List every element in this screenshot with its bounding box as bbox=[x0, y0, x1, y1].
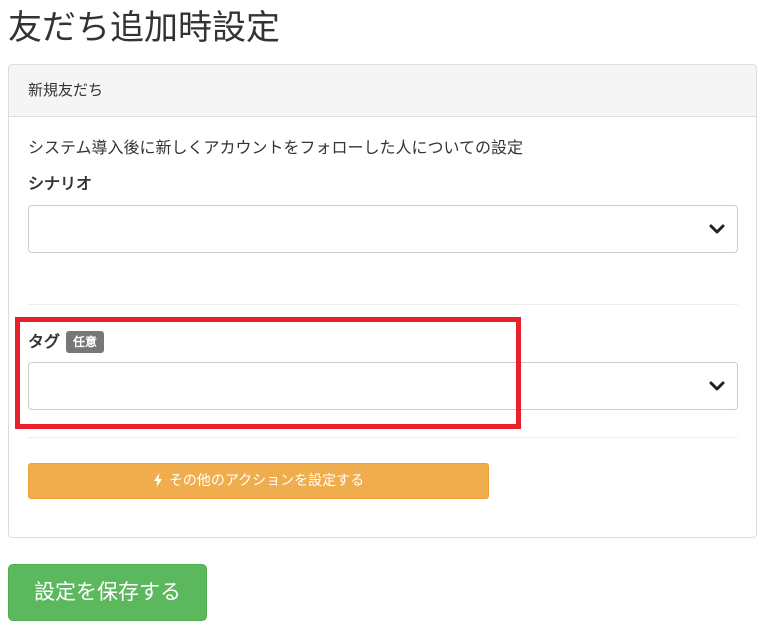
new-friend-panel: 新規友だち システム導入後に新しくアカウントをフォローした人についての設定 シナ… bbox=[8, 64, 757, 538]
panel-description: システム導入後に新しくアカウントをフォローした人についての設定 bbox=[28, 138, 524, 157]
panel-heading: 新規友だち bbox=[9, 65, 756, 117]
tag-select[interactable] bbox=[28, 362, 738, 410]
other-actions-button[interactable]: その他のアクションを設定する bbox=[28, 463, 489, 499]
scenario-select[interactable] bbox=[28, 205, 738, 253]
chevron-down-icon bbox=[709, 381, 725, 391]
page-title: 友だち追加時設定 bbox=[8, 8, 280, 48]
chevron-down-icon bbox=[709, 224, 725, 234]
tag-label: タグ 任意 bbox=[28, 331, 105, 353]
divider bbox=[28, 437, 738, 438]
scenario-label-text: シナリオ bbox=[28, 174, 93, 193]
optional-badge: 任意 bbox=[66, 331, 105, 353]
other-actions-button-label: その他のアクションを設定する bbox=[168, 473, 365, 489]
bolt-icon bbox=[153, 473, 162, 487]
divider bbox=[28, 304, 738, 305]
save-settings-button[interactable]: 設定を保存する bbox=[8, 564, 207, 621]
scenario-label: シナリオ bbox=[28, 173, 92, 195]
tag-label-text: タグ bbox=[28, 332, 61, 351]
